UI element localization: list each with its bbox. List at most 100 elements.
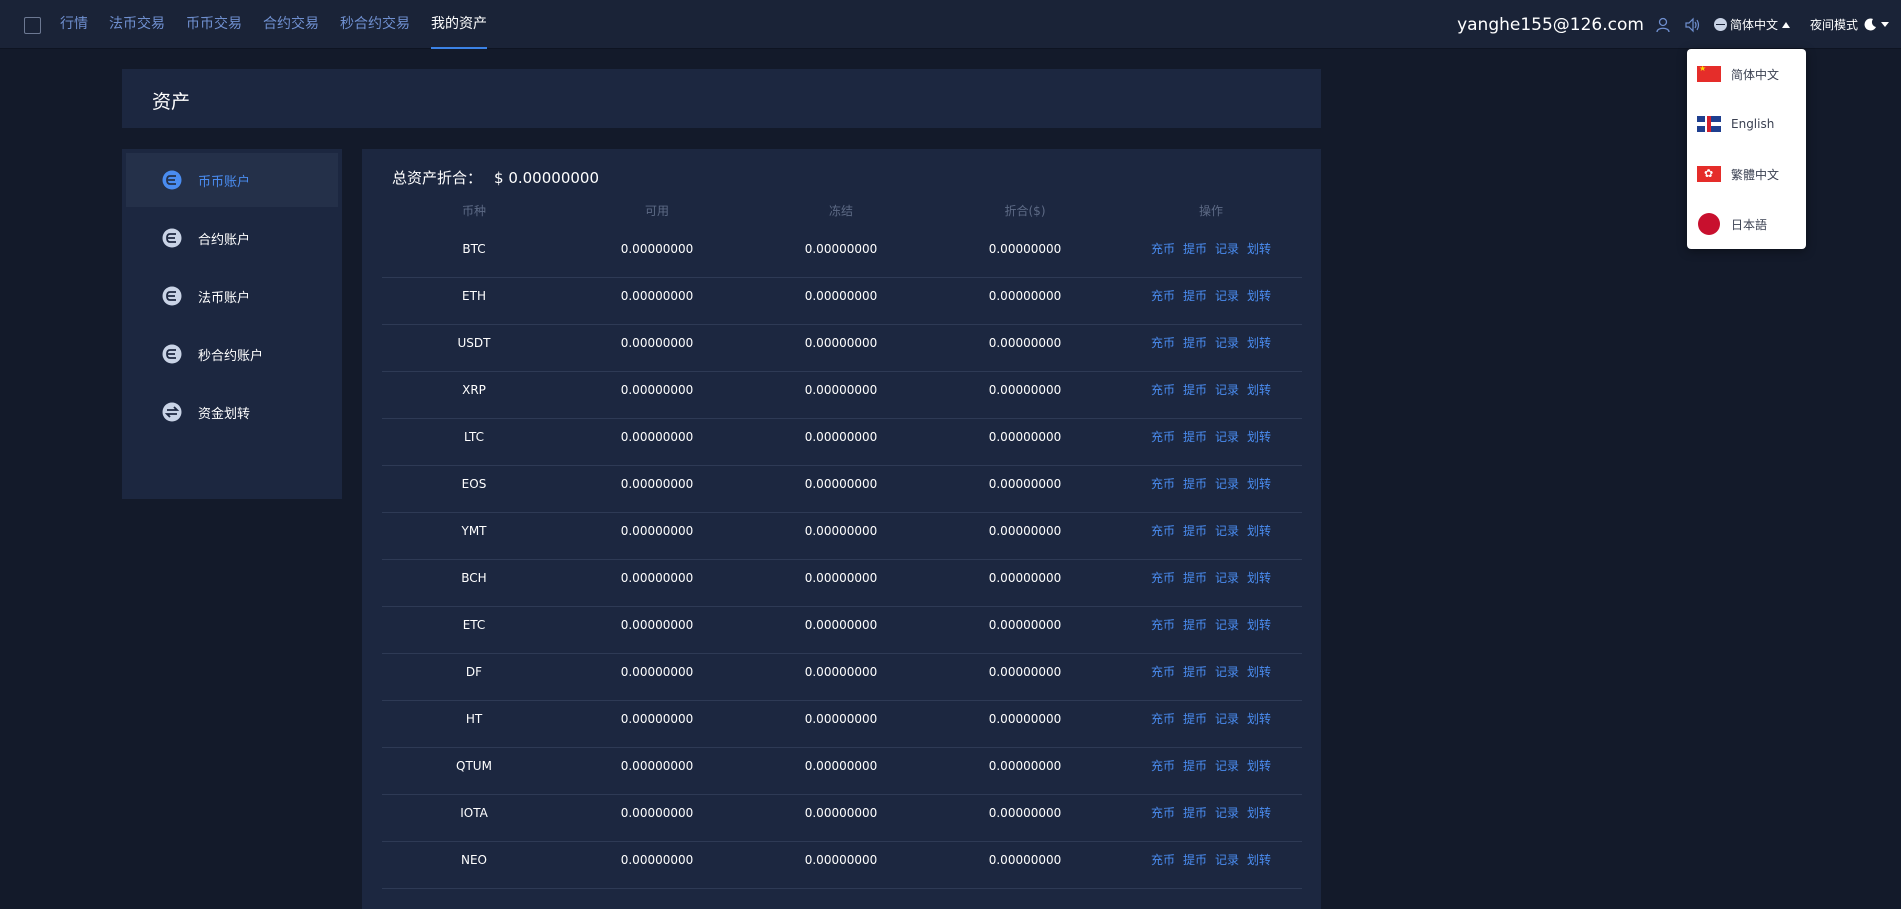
deposit-link[interactable]: 充币 (1151, 560, 1175, 596)
transfer-link[interactable]: 划转 (1247, 795, 1271, 831)
record-link[interactable]: 记录 (1215, 607, 1239, 643)
user-email[interactable]: yanghe155@126.com (1457, 15, 1644, 35)
deposit-link[interactable]: 充币 (1151, 654, 1175, 690)
record-link[interactable]: 记录 (1215, 795, 1239, 831)
deposit-link[interactable]: 充币 (1151, 372, 1175, 408)
deposit-link[interactable]: 充币 (1151, 701, 1175, 737)
deposit-link[interactable]: 充币 (1151, 466, 1175, 502)
transfer-link[interactable]: 划转 (1247, 842, 1271, 878)
row-actions: 充币 提币 记录 划转 (1151, 231, 1271, 267)
speaker-icon[interactable] (1684, 17, 1700, 33)
sidebar-item-fiat-account[interactable]: 法币账户 (126, 269, 338, 323)
nav-item-market[interactable]: 行情 (60, 0, 88, 49)
sidebar-item-fund-transfer[interactable]: 资金划转 (126, 385, 338, 439)
deposit-link[interactable]: 充币 (1151, 419, 1175, 455)
record-link[interactable]: 记录 (1215, 419, 1239, 455)
deposit-link[interactable]: 充币 (1151, 748, 1175, 784)
frozen-balance: 0.00000000 (804, 665, 878, 679)
record-link[interactable]: 记录 (1215, 278, 1239, 314)
transfer-link[interactable]: 划转 (1247, 231, 1271, 267)
transfer-link[interactable]: 划转 (1247, 278, 1271, 314)
transfer-link[interactable]: 划转 (1247, 560, 1271, 596)
coin-symbol: BTC (462, 242, 486, 256)
transfer-link[interactable]: 划转 (1247, 325, 1271, 361)
withdraw-link[interactable]: 提币 (1183, 231, 1207, 267)
withdraw-link[interactable]: 提币 (1183, 654, 1207, 690)
sidebar-item-label: 合约账户 (198, 232, 251, 248)
nav-item-fiat-trade[interactable]: 法币交易 (109, 0, 165, 49)
withdraw-link[interactable]: 提币 (1183, 560, 1207, 596)
column-header-coin: 币种 (461, 204, 486, 218)
available-balance: 0.00000000 (620, 430, 694, 444)
withdraw-link[interactable]: 提币 (1183, 513, 1207, 549)
lang-option-zh-tw[interactable]: 繁體中文 (1697, 163, 1779, 185)
transfer-link[interactable]: 划转 (1247, 701, 1271, 737)
usd-value: 0.00000000 (988, 853, 1062, 867)
night-mode-toggle[interactable]: 夜间模式 (1810, 16, 1889, 33)
sidebar-item-second-contract-account[interactable]: 秒合约账户 (126, 327, 338, 381)
deposit-link[interactable]: 充币 (1151, 795, 1175, 831)
coin-icon (162, 286, 182, 306)
record-link[interactable]: 记录 (1215, 513, 1239, 549)
transfer-link[interactable]: 划转 (1247, 607, 1271, 643)
withdraw-link[interactable]: 提币 (1183, 701, 1207, 737)
withdraw-link[interactable]: 提币 (1183, 372, 1207, 408)
usd-value: 0.00000000 (988, 759, 1062, 773)
nav-item-second-contract[interactable]: 秒合约交易 (340, 0, 410, 49)
transfer-link[interactable]: 划转 (1247, 748, 1271, 784)
record-link[interactable]: 记录 (1215, 842, 1239, 878)
withdraw-link[interactable]: 提币 (1183, 842, 1207, 878)
lang-option-english[interactable]: English (1697, 113, 1774, 135)
available-balance: 0.00000000 (620, 665, 694, 679)
usd-value: 0.00000000 (988, 477, 1062, 491)
deposit-link[interactable]: 充币 (1151, 278, 1175, 314)
transfer-link[interactable]: 划转 (1247, 654, 1271, 690)
withdraw-link[interactable]: 提币 (1183, 607, 1207, 643)
lang-option-japanese[interactable]: 日本語 (1697, 213, 1767, 235)
available-balance: 0.00000000 (620, 242, 694, 256)
nav-item-spot-trade[interactable]: 币币交易 (186, 0, 242, 49)
deposit-link[interactable]: 充币 (1151, 842, 1175, 878)
row-actions: 充币 提币 记录 划转 (1151, 842, 1271, 878)
deposit-link[interactable]: 充币 (1151, 607, 1175, 643)
sidebar-item-spot-account[interactable]: 币币账户 (126, 153, 338, 207)
sidebar-item-contract-account[interactable]: 合约账户 (126, 211, 338, 265)
frozen-balance: 0.00000000 (804, 430, 878, 444)
record-link[interactable]: 记录 (1215, 325, 1239, 361)
withdraw-link[interactable]: 提币 (1183, 466, 1207, 502)
transfer-link[interactable]: 划转 (1247, 513, 1271, 549)
transfer-link[interactable]: 划转 (1247, 372, 1271, 408)
withdraw-link[interactable]: 提币 (1183, 278, 1207, 314)
withdraw-link[interactable]: 提币 (1183, 795, 1207, 831)
nav-item-contract-trade[interactable]: 合约交易 (263, 0, 319, 49)
available-balance: 0.00000000 (620, 477, 694, 491)
nav-item-my-assets[interactable]: 我的资产 (431, 0, 487, 49)
withdraw-link[interactable]: 提币 (1183, 748, 1207, 784)
frozen-balance: 0.00000000 (804, 571, 878, 585)
frozen-balance: 0.00000000 (804, 383, 878, 397)
withdraw-link[interactable]: 提币 (1183, 419, 1207, 455)
record-link[interactable]: 记录 (1215, 748, 1239, 784)
deposit-link[interactable]: 充币 (1151, 513, 1175, 549)
record-link[interactable]: 记录 (1215, 701, 1239, 737)
record-link[interactable]: 记录 (1215, 560, 1239, 596)
lang-option-zh-cn[interactable]: 简体中文 (1697, 63, 1779, 85)
deposit-link[interactable]: 充币 (1151, 325, 1175, 361)
language-selector[interactable]: 简体中文 (1713, 16, 1790, 33)
record-link[interactable]: 记录 (1215, 231, 1239, 267)
logo-image[interactable] (24, 17, 41, 34)
record-link[interactable]: 记录 (1215, 654, 1239, 690)
transfer-icon (162, 402, 182, 422)
deposit-link[interactable]: 充币 (1151, 231, 1175, 267)
withdraw-link[interactable]: 提币 (1183, 325, 1207, 361)
user-icon[interactable] (1656, 17, 1670, 33)
coin-symbol: NEO (460, 853, 487, 867)
transfer-link[interactable]: 划转 (1247, 419, 1271, 455)
record-link[interactable]: 记录 (1215, 466, 1239, 502)
lang-option-label: English (1731, 117, 1775, 131)
total-assets: 总资产折合： $ 0.00000000 (392, 167, 599, 188)
row-actions: 充币 提币 记录 划转 (1151, 372, 1271, 408)
transfer-link[interactable]: 划转 (1247, 466, 1271, 502)
record-link[interactable]: 记录 (1215, 372, 1239, 408)
globe-icon (1713, 18, 1727, 31)
